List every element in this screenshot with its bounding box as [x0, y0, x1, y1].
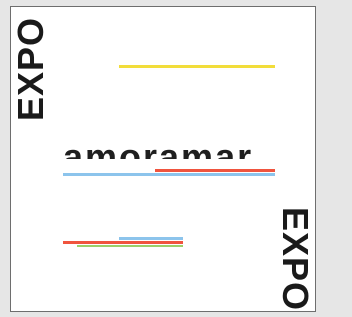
- blue-stripe-main: [63, 173, 275, 176]
- yellow-stripe: [119, 65, 275, 68]
- blue-stripe-lower: [119, 237, 183, 240]
- side-word-bottom: EXPO: [275, 207, 316, 312]
- green-stripe-lower: [77, 245, 183, 247]
- red-stripe-lower: [63, 241, 183, 244]
- wordmark: amoramar: [63, 136, 254, 159]
- poster: EXPO amoramar EXPO: [10, 6, 316, 312]
- side-word-top: EXPO: [10, 16, 51, 121]
- red-stripe-main: [155, 169, 275, 172]
